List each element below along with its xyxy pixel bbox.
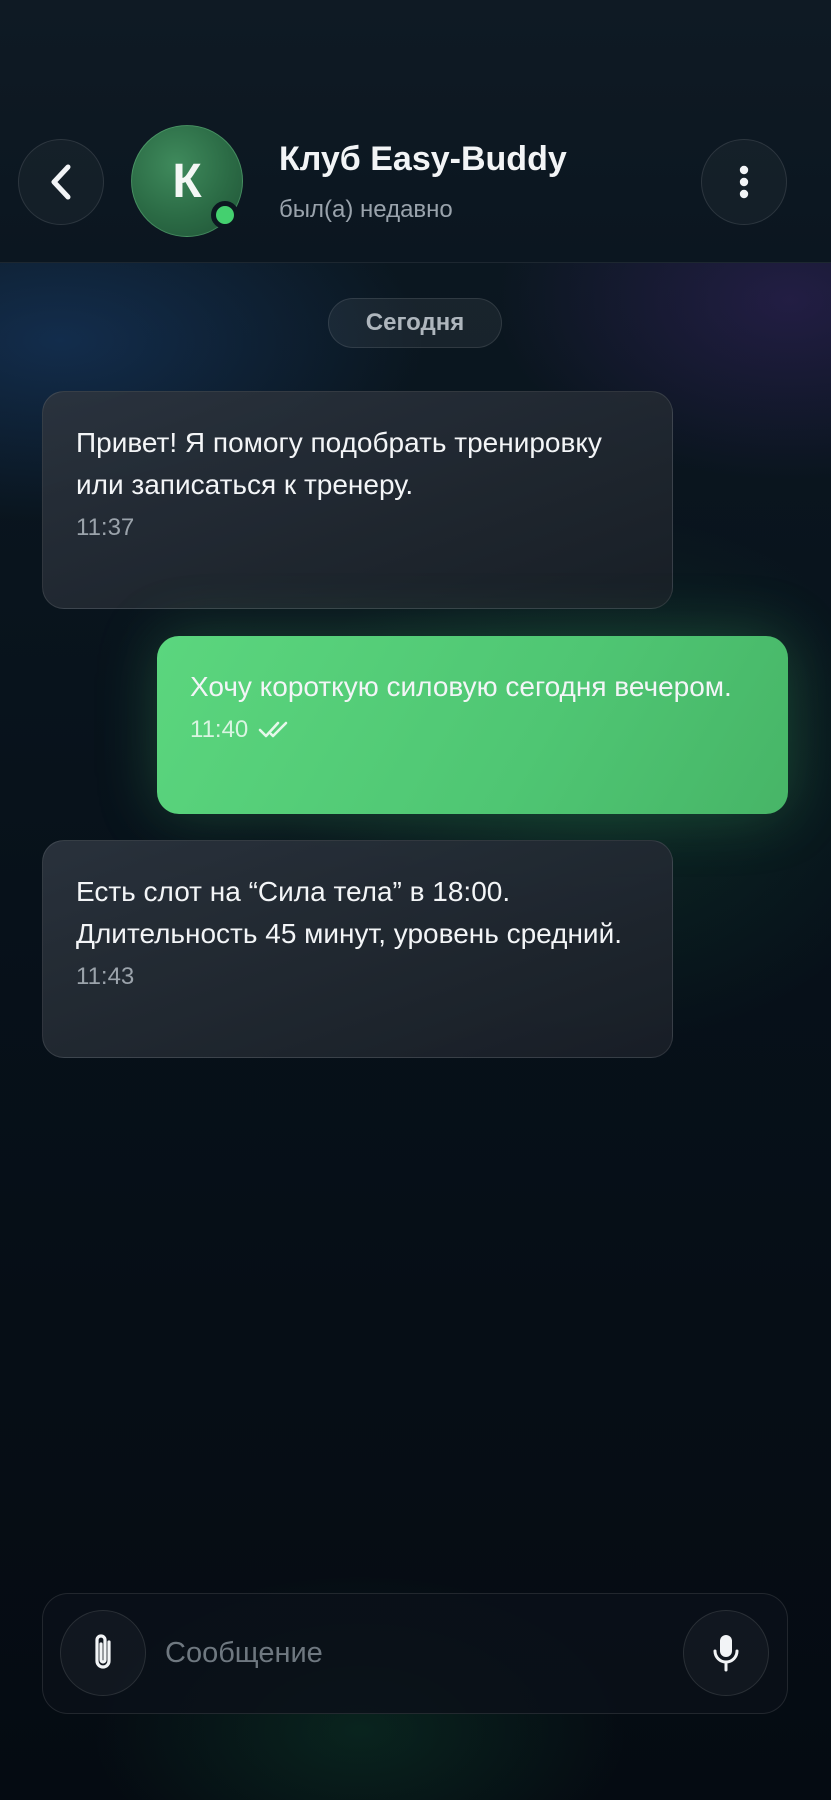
contact-name[interactable]: Клуб Easy-Buddy xyxy=(279,140,567,179)
attach-button[interactable] xyxy=(60,1610,146,1696)
more-options-button[interactable] xyxy=(701,139,787,225)
message-time: 11:43 xyxy=(76,963,135,990)
double-check-icon xyxy=(258,720,292,740)
contact-status: был(а) недавно xyxy=(279,196,453,223)
message-text: Есть слот на “Сила тела” в 18:00. Длител… xyxy=(76,876,622,949)
message-bubble-incoming[interactable]: Есть слот на “Сила тела” в 18:00. Длител… xyxy=(42,840,673,1058)
back-button[interactable] xyxy=(18,139,104,225)
message-text: Хочу короткую силовую сегодня вечером. xyxy=(190,671,732,702)
chevron-left-icon xyxy=(44,162,78,202)
date-separator: Сегодня xyxy=(328,298,502,348)
online-status-dot xyxy=(211,201,239,229)
chat-screen: К Клуб Easy-Buddy был(а) недавно Сегодня… xyxy=(0,0,831,1800)
voice-message-button[interactable] xyxy=(683,1610,769,1696)
message-meta: 11:43 xyxy=(76,963,640,991)
message-meta: 11:40 xyxy=(190,716,756,744)
paperclip-icon xyxy=(90,1632,116,1674)
message-bubble-incoming[interactable]: Привет! Я помогу подобрать тренировку ил… xyxy=(42,391,673,609)
more-vertical-icon xyxy=(738,165,750,199)
message-time: 11:40 xyxy=(190,716,249,743)
message-text: Привет! Я помогу подобрать тренировку ил… xyxy=(76,427,602,500)
message-time: 11:37 xyxy=(76,514,135,541)
message-input[interactable] xyxy=(165,1628,665,1678)
message-meta: 11:37 xyxy=(76,514,640,542)
avatar-letter: К xyxy=(172,154,202,208)
message-bubble-outgoing[interactable]: Хочу короткую силовую сегодня вечером. 1… xyxy=(157,636,788,814)
microphone-icon xyxy=(711,1633,741,1673)
